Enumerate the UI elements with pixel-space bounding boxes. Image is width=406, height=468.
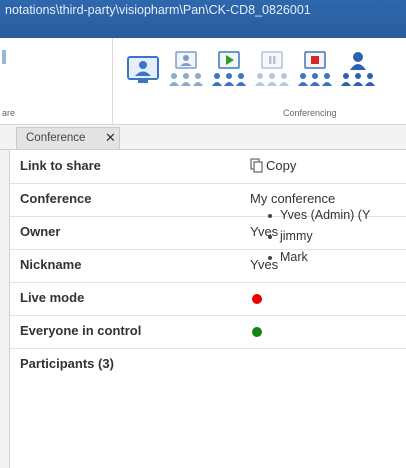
property-row-live-mode: Live mode	[10, 282, 406, 316]
participant-name: Yves (Admin) (Y	[280, 208, 371, 222]
owner-value: Yves	[250, 224, 279, 239]
conference-name-value: My conference	[250, 191, 336, 206]
property-row-participants: Participants (3)	[10, 348, 406, 468]
tab-conference[interactable]: Conference ✕	[16, 127, 120, 149]
start-presentation-button[interactable]	[209, 48, 249, 92]
copy-label: Copy	[266, 158, 297, 173]
property-key: Everyone in control	[20, 323, 142, 338]
property-row-link: Link to share Copy	[10, 150, 406, 184]
window-title-bar: notations\third-party\visiopharm\Pan\CK-…	[0, 0, 406, 38]
bullet	[268, 256, 272, 260]
property-key: Live mode	[20, 290, 85, 305]
share-icon[interactable]	[2, 50, 6, 64]
stop-presentation-icon	[298, 51, 332, 86]
file-path-text: notations\third-party\visiopharm\Pan\CK-…	[5, 3, 311, 17]
close-icon[interactable]: ✕	[105, 130, 116, 146]
nickname-value[interactable]: Yves	[250, 257, 278, 272]
everyone-in-control-status-dot[interactable]	[252, 327, 262, 337]
tab-conference-label: Conference	[26, 132, 86, 144]
pause-presentation-icon	[255, 51, 289, 86]
ribbon-share-group: are	[0, 38, 113, 124]
live-mode-status-dot[interactable]	[252, 294, 262, 304]
participants-icon	[341, 52, 375, 86]
participant-name: Mark	[280, 250, 308, 264]
property-key: Nickname	[20, 257, 82, 272]
conference-properties-panel: Link to share Copy Conference My confere…	[9, 150, 406, 468]
tab-strip: Conference ✕	[0, 125, 406, 150]
share-group-caption: are	[2, 108, 16, 118]
property-key: Participants (3)	[20, 356, 114, 371]
property-key: Owner	[20, 224, 61, 239]
conference-window-icon	[127, 56, 159, 83]
bullet	[268, 235, 272, 239]
conference-window-button[interactable]	[123, 48, 163, 92]
stop-presentation-button[interactable]	[295, 48, 335, 92]
conferencing-group-caption: Conferencing	[283, 108, 337, 118]
bullet	[268, 214, 272, 218]
presenter-audience-icon	[169, 51, 203, 86]
property-key: Link to share	[20, 158, 101, 173]
participant-name: jimmy	[280, 229, 313, 243]
copy-icon	[250, 158, 263, 173]
participants-button[interactable]	[338, 48, 378, 92]
property-row-everyone-in-control: Everyone in control	[10, 315, 406, 349]
start-presentation-icon	[212, 51, 246, 86]
ribbon-toolbar: are Conferencing	[0, 38, 406, 125]
pause-presentation-button[interactable]	[252, 48, 292, 92]
presenter-audience-button[interactable]	[166, 48, 206, 92]
property-row-nickname: Nickname Yves	[10, 249, 406, 283]
property-key: Conference	[20, 191, 92, 206]
